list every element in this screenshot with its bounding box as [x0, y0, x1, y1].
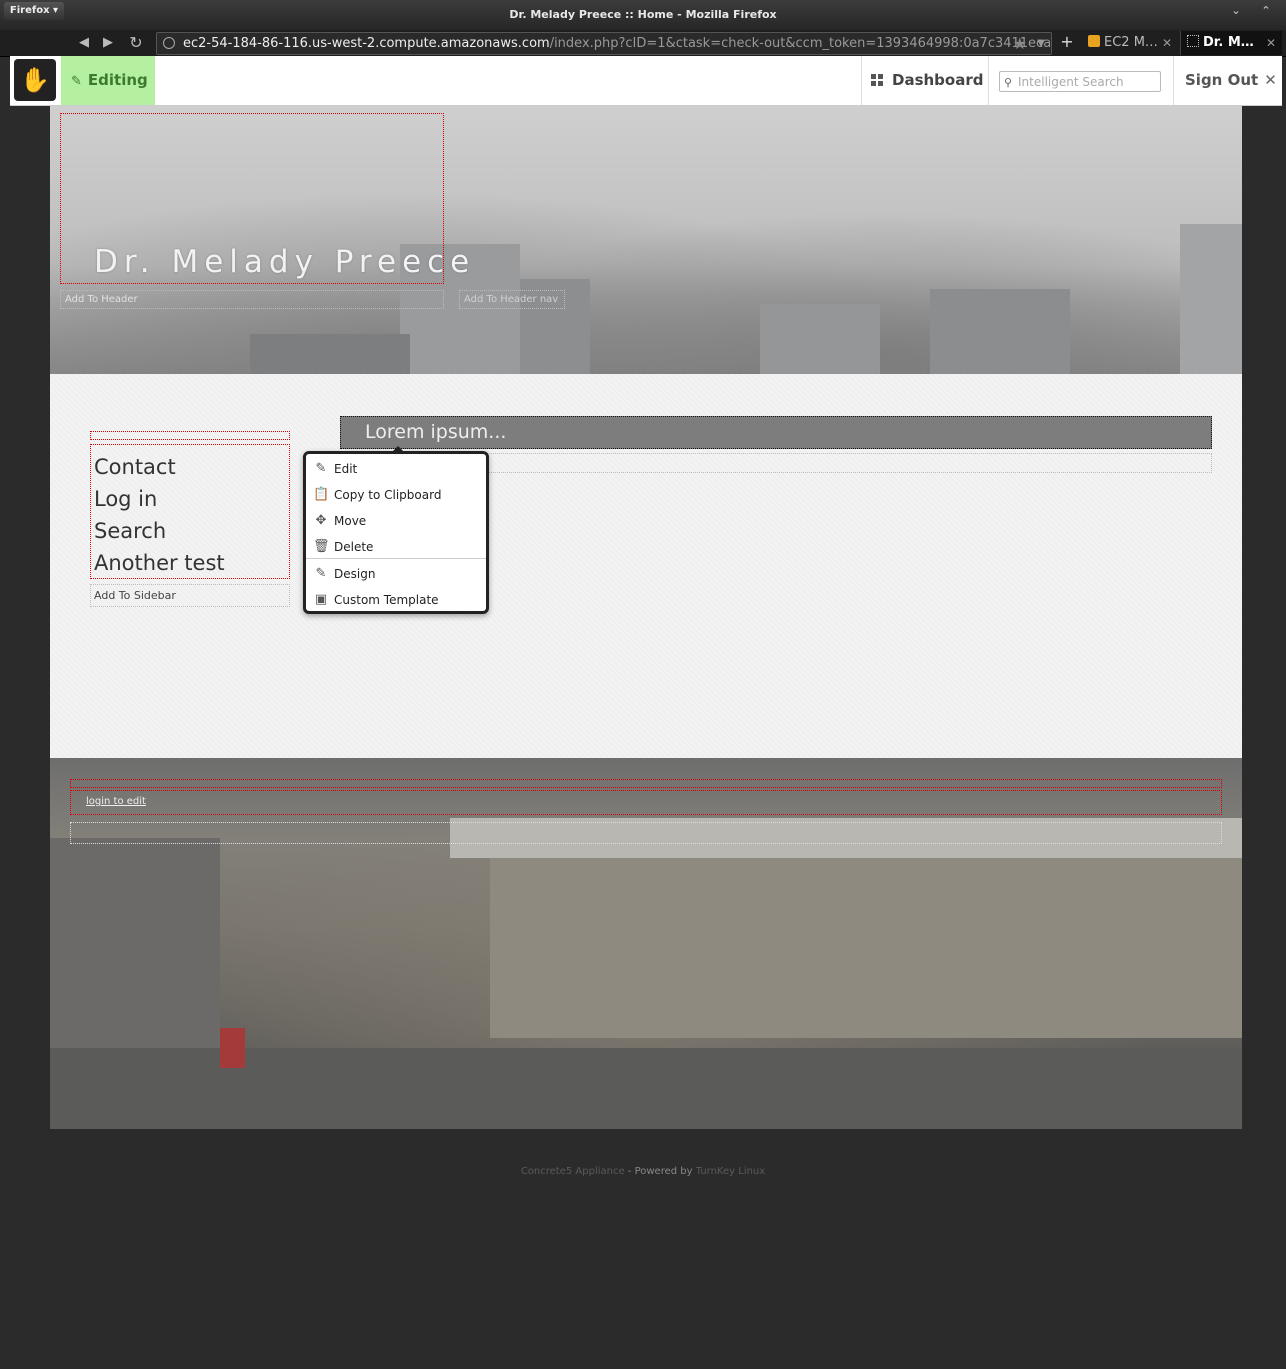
- clipboard-icon: 📋: [313, 487, 330, 502]
- add-to-footer-area[interactable]: [70, 822, 1222, 844]
- building-shape: [930, 289, 1070, 374]
- trash-icon: 🗑: [313, 539, 330, 554]
- editing-label: Editing: [87, 71, 148, 89]
- toolbar-divider: [1173, 56, 1174, 105]
- sign-shape: [220, 1028, 245, 1068]
- window-titlebar: ✕ Dr. Melady Preece :: Home - Mozilla Fi…: [0, 0, 1286, 31]
- search-placeholder: Intelligent Search: [1018, 75, 1124, 89]
- url-path: /index.php?cID=1&ctask=check-out&ccm_tok…: [549, 36, 1052, 51]
- login-to-edit-link[interactable]: login to edit: [86, 796, 146, 807]
- site-identity-icon[interactable]: [163, 37, 175, 49]
- editing-button[interactable]: ✎ Editing: [61, 56, 155, 105]
- sidebar-area-slot[interactable]: [90, 431, 290, 440]
- concrete5-logo-icon[interactable]: ✋: [14, 59, 56, 101]
- intelligent-search-input[interactable]: ⚲ Intelligent Search: [999, 71, 1161, 92]
- aws-box-icon: [1088, 35, 1100, 47]
- toolbar-divider: [988, 56, 989, 105]
- sidebar-item-search[interactable]: Search: [94, 515, 289, 547]
- turnkey-linux-link[interactable]: TurnKey Linux: [696, 1166, 765, 1177]
- move-icon: ✥: [315, 513, 327, 528]
- credits-line: Concrete5 Appliance - Powered by TurnKey…: [0, 1166, 1286, 1177]
- pencil-icon: ✎: [71, 74, 82, 89]
- template-icon: ▣: [314, 592, 328, 607]
- new-tab-icon[interactable]: +: [1058, 33, 1076, 51]
- back-icon[interactable]: ◀: [74, 33, 94, 53]
- menu-item-design[interactable]: ✎ Design: [306, 561, 486, 587]
- pencil-icon: ✎: [315, 461, 327, 476]
- building-shape: [760, 304, 880, 374]
- site-name[interactable]: Dr. Melady Preece: [94, 244, 475, 280]
- dashboard-button[interactable]: Dashboard: [862, 56, 988, 105]
- window-minimize-icon[interactable]: ⌄: [1226, 4, 1246, 24]
- forward-icon[interactable]: ▶: [98, 33, 118, 53]
- menu-item-edit[interactable]: ✎ Edit: [306, 456, 486, 482]
- tab-ec2[interactable]: EC2 M… ✕: [1082, 31, 1178, 55]
- window-title: Dr. Melady Preece :: Home - Mozilla Fire…: [509, 8, 777, 21]
- menu-item-custom-template[interactable]: ▣ Custom Template: [306, 587, 486, 613]
- block-context-menu: ✎ Edit 📋 Copy to Clipboard ✥ Move 🗑 Delete ✎…: [303, 451, 489, 614]
- menu-item-copy-to-clipboard[interactable]: 📋 Copy to Clipboard: [306, 482, 486, 508]
- sidebar-item-contact[interactable]: Contact: [94, 451, 289, 483]
- add-to-header-nav-area[interactable]: Add To Header nav: [459, 290, 565, 309]
- url-host: ec2-54-184-86-116.us-west-2.compute.amaz…: [183, 36, 550, 51]
- bookmark-star-icon[interactable]: ★: [1013, 33, 1027, 54]
- footer-area[interactable]: [70, 790, 1222, 815]
- sidebar-item-another-test[interactable]: Another test: [94, 547, 289, 579]
- add-to-header-area[interactable]: Add To Header: [60, 290, 444, 309]
- close-icon: ✕: [1264, 71, 1277, 89]
- firefox-menu-button[interactable]: Firefox ▾: [4, 2, 64, 20]
- reload-icon[interactable]: ↻: [126, 33, 146, 53]
- menu-item-move[interactable]: ✥ Move: [306, 508, 486, 534]
- dashboard-label: Dashboard: [892, 71, 984, 89]
- powered-by-text: - Powered by: [624, 1166, 696, 1177]
- building-shape: [490, 858, 1242, 1038]
- tab-close-icon[interactable]: ✕: [1162, 31, 1172, 55]
- window-maximize-icon[interactable]: ⌃: [1256, 4, 1276, 24]
- url-bar[interactable]: ec2-54-184-86-116.us-west-2.compute.amaz…: [156, 32, 1052, 55]
- building-shape: [250, 334, 410, 374]
- tab-label: EC2 M…: [1104, 35, 1158, 50]
- url-dropdown-icon[interactable]: ▼: [1037, 33, 1045, 54]
- tab-close-icon[interactable]: ✕: [1266, 31, 1276, 55]
- sidebar-item-log-in[interactable]: Log in: [94, 483, 289, 515]
- building-shape: [1180, 224, 1242, 374]
- content-block-selected[interactable]: Lorem ipsum...: [340, 416, 1212, 449]
- sign-out-label: Sign Out: [1185, 71, 1259, 89]
- search-icon: ⚲: [1004, 76, 1013, 89]
- add-to-sidebar-area[interactable]: Add To Sidebar: [90, 584, 290, 607]
- concrete5-appliance-link[interactable]: Concrete5 Appliance: [521, 1166, 625, 1177]
- design-icon: ✎: [315, 566, 327, 581]
- tab-label: Dr. M…: [1203, 35, 1254, 50]
- menu-item-delete[interactable]: 🗑 Delete: [306, 534, 486, 560]
- sign-out-button[interactable]: Sign Out ✕: [1185, 56, 1277, 105]
- page-icon: [1187, 35, 1199, 47]
- tab-active-page[interactable]: Dr. M… ✕: [1180, 31, 1282, 55]
- footer-area-slot[interactable]: [70, 779, 1222, 788]
- dashboard-grid-icon: [871, 74, 883, 86]
- sidebar-nav-block[interactable]: Contact Log in Search Another test: [90, 444, 290, 579]
- menu-divider: [306, 558, 486, 559]
